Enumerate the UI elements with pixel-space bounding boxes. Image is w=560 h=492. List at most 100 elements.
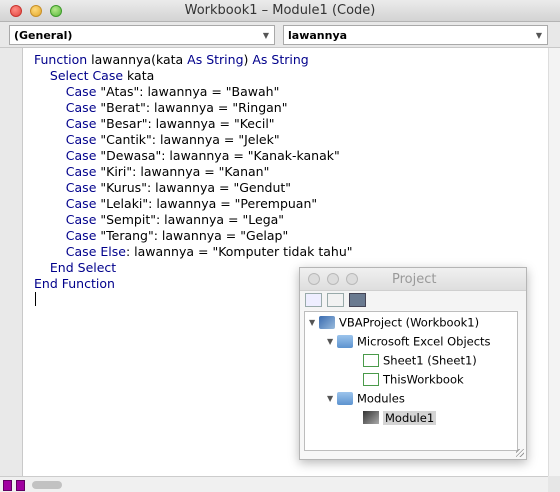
code-keyword: Case bbox=[65, 228, 101, 243]
code-token: lawannya(kata bbox=[91, 52, 188, 67]
resize-grip[interactable] bbox=[516, 449, 524, 457]
code-token: "Atas": lawannya = "Bawah" bbox=[100, 84, 280, 99]
code-keyword: As String bbox=[252, 52, 309, 67]
code-keyword: Function bbox=[34, 52, 92, 67]
code-line[interactable]: Case "Kurus": lawannya = "Gendut" bbox=[34, 180, 353, 196]
code-token: "Terang": lawannya = "Gelap" bbox=[100, 228, 289, 243]
disclosure-triangle-icon[interactable]: ▼ bbox=[327, 337, 337, 346]
code-token: "Kiri": lawannya = "Kanan" bbox=[100, 164, 270, 179]
code-line[interactable]: Case "Lelaki": lawannya = "Perempuan" bbox=[34, 196, 353, 212]
horizontal-scrollbar[interactable] bbox=[0, 476, 548, 492]
code-token: "Cantik": lawannya = "Jelek" bbox=[100, 132, 280, 147]
code-line[interactable]: Case "Terang": lawannya = "Gelap" bbox=[34, 228, 353, 244]
vertical-scrollbar[interactable] bbox=[548, 48, 560, 476]
code-line[interactable]: Case "Dewasa": lawannya = "Kanak-kanak" bbox=[34, 148, 353, 164]
code-keyword: Case bbox=[65, 148, 101, 163]
zoom-icon[interactable] bbox=[346, 273, 358, 285]
margin-indicator-bar[interactable] bbox=[0, 48, 22, 476]
code-keyword: Select Case bbox=[49, 68, 128, 83]
vba-project-icon bbox=[319, 316, 335, 329]
scrollbar-thumb[interactable] bbox=[32, 481, 62, 489]
tree-node-thisworkbook[interactable]: ThisWorkbook bbox=[363, 372, 464, 390]
object-dropdown-value: (General) bbox=[14, 29, 73, 42]
project-explorer-window[interactable]: Project ▼ VBAProject (Workbook1) ▼ Microso… bbox=[299, 267, 527, 460]
code-token: "Dewasa": lawannya = "Kanak-kanak" bbox=[100, 148, 340, 163]
resize-grip[interactable] bbox=[548, 476, 560, 492]
code-keyword: Case bbox=[65, 100, 101, 115]
code-keyword: Case bbox=[65, 116, 101, 131]
view-code-icon[interactable] bbox=[305, 293, 322, 307]
minimize-icon[interactable] bbox=[327, 273, 339, 285]
code-keyword: Case bbox=[65, 164, 101, 179]
code-line[interactable]: Case "Atas": lawannya = "Bawah" bbox=[34, 84, 353, 100]
code-keyword: End Select bbox=[49, 260, 117, 275]
toggle-folders-icon[interactable] bbox=[349, 293, 366, 307]
code-line[interactable]: Case "Besar": lawannya = "Kecil" bbox=[34, 116, 353, 132]
code-line[interactable]: Case "Kiri": lawannya = "Kanan" bbox=[34, 164, 353, 180]
close-icon[interactable] bbox=[308, 273, 320, 285]
code-token: "Berat": lawannya = "Ringan" bbox=[100, 100, 288, 115]
code-token: "Lelaki": lawannya = "Perempuan" bbox=[100, 196, 318, 211]
code-line[interactable]: Function lawannya(kata As String) As Str… bbox=[34, 52, 353, 68]
disclosure-triangle-icon[interactable]: ▼ bbox=[327, 394, 337, 403]
code-keyword: As String bbox=[187, 52, 244, 67]
procedure-view-icon[interactable] bbox=[3, 480, 12, 491]
tree-node-modules[interactable]: ▼ Modules bbox=[327, 391, 405, 409]
code-token: : lawannya = "Komputer tidak tahu" bbox=[125, 244, 353, 259]
disclosure-triangle-icon[interactable]: ▼ bbox=[309, 318, 319, 327]
project-tree[interactable]: ▼ VBAProject (Workbook1) ▼ Microsoft Excel… bbox=[304, 311, 518, 451]
code-keyword: Case bbox=[65, 196, 101, 211]
view-object-icon[interactable] bbox=[327, 293, 344, 307]
code-token: "Besar": lawannya = "Kecil" bbox=[100, 116, 275, 131]
full-module-view-icon[interactable] bbox=[16, 480, 25, 491]
code-line[interactable]: Case Else: lawannya = "Komputer tidak ta… bbox=[34, 244, 353, 260]
tree-node-excel-objects[interactable]: ▼ Microsoft Excel Objects bbox=[327, 334, 491, 352]
chevron-down-icon[interactable]: ▼ bbox=[536, 31, 542, 40]
sheet-icon bbox=[363, 373, 379, 386]
project-titlebar: Project bbox=[300, 268, 526, 291]
window-titlebar: Workbook1 – Module1 (Code) bbox=[0, 0, 560, 22]
tree-node-module1[interactable]: Module1 bbox=[363, 410, 437, 428]
text-cursor bbox=[35, 292, 36, 306]
code-line[interactable]: Case "Berat": lawannya = "Ringan" bbox=[34, 100, 353, 116]
tree-node-sheet1[interactable]: Sheet1 (Sheet1) bbox=[363, 353, 477, 371]
code-line[interactable]: Case "Cantik": lawannya = "Jelek" bbox=[34, 132, 353, 148]
project-toolbar bbox=[300, 291, 526, 310]
project-title: Project bbox=[392, 272, 437, 287]
code-token: "Sempit": lawannya = "Lega" bbox=[100, 212, 285, 227]
code-dropdown-bar: (General) ▼ lawannya ▼ bbox=[0, 22, 560, 48]
sheet-icon bbox=[363, 354, 379, 367]
code-token: kata bbox=[127, 68, 155, 83]
folder-icon bbox=[337, 335, 353, 348]
code-keyword: Case bbox=[65, 84, 101, 99]
procedure-dropdown-value: lawannya bbox=[288, 29, 348, 42]
code-line[interactable]: Case "Sempit": lawannya = "Lega" bbox=[34, 212, 353, 228]
chevron-down-icon[interactable]: ▼ bbox=[263, 31, 269, 40]
code-keyword: Case bbox=[65, 212, 101, 227]
code-line[interactable]: Select Case kata bbox=[34, 68, 353, 84]
folder-icon bbox=[337, 392, 353, 405]
code-token: "Kurus": lawannya = "Gendut" bbox=[100, 180, 292, 195]
code-keyword: End Function bbox=[34, 276, 115, 291]
code-text[interactable]: Function lawannya(kata As String) As Str… bbox=[34, 52, 353, 292]
procedure-dropdown[interactable]: lawannya ▼ bbox=[283, 25, 548, 45]
window-title: Workbook1 – Module1 (Code) bbox=[184, 3, 376, 18]
code-keyword: Case Else bbox=[65, 244, 126, 259]
code-keyword: Case bbox=[65, 132, 101, 147]
code-keyword: Case bbox=[65, 180, 101, 195]
object-dropdown[interactable]: (General) ▼ bbox=[9, 25, 275, 45]
tree-node-vbaproject[interactable]: ▼ VBAProject (Workbook1) bbox=[309, 315, 479, 333]
